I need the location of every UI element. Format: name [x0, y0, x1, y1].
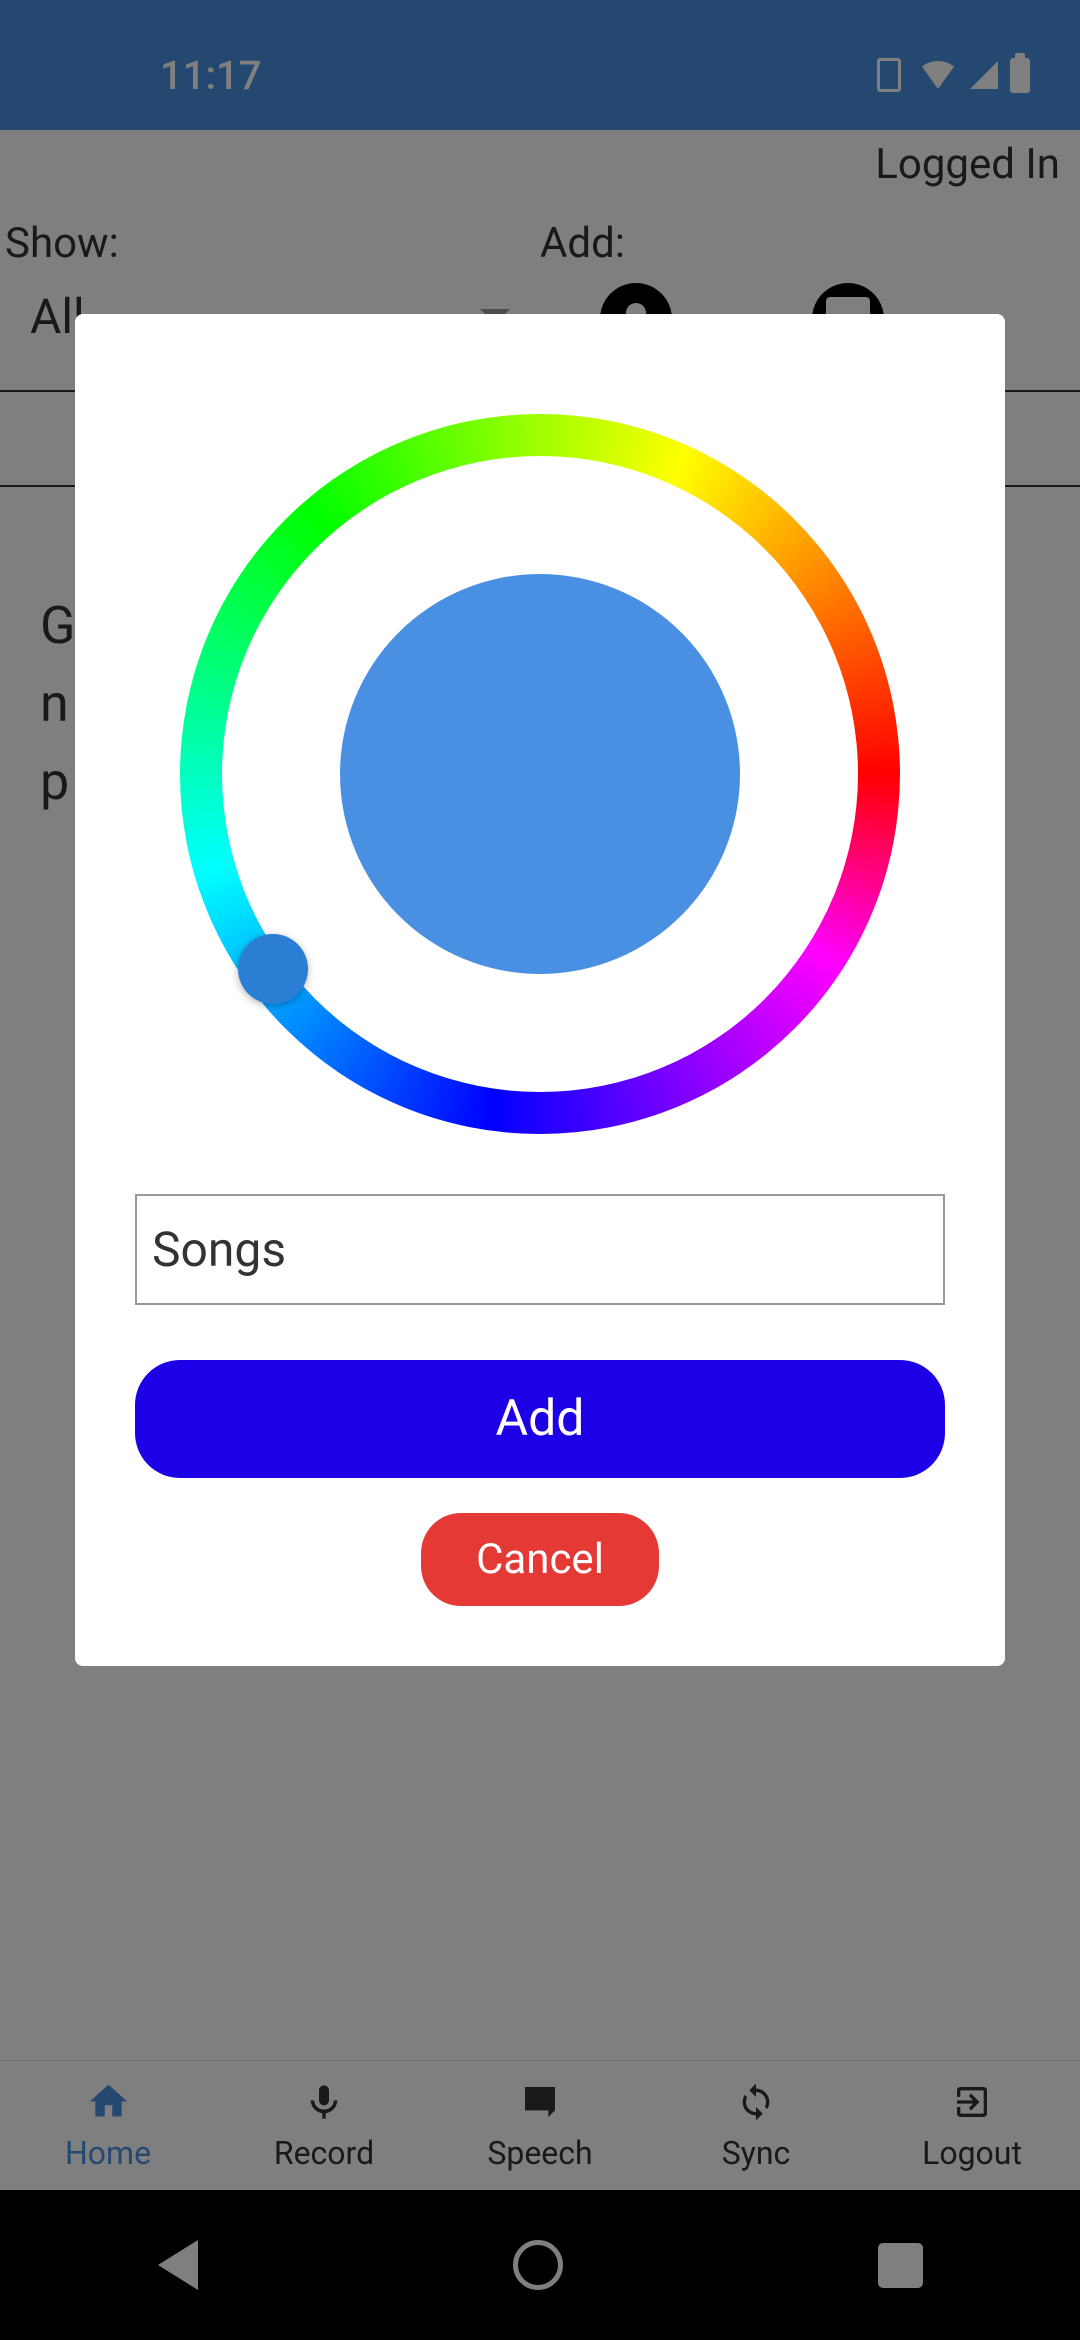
- color-handle[interactable]: [238, 934, 308, 1004]
- color-wheel-container: [135, 414, 945, 1134]
- color-wheel[interactable]: [180, 414, 900, 1134]
- color-ring[interactable]: [180, 414, 900, 1134]
- modal-overlay[interactable]: Add Cancel: [0, 0, 1080, 2340]
- tag-name-input[interactable]: [135, 1194, 945, 1305]
- add-tag-modal: Add Cancel: [75, 314, 1005, 1666]
- color-ring-inner: [222, 456, 858, 1092]
- color-preview: [340, 574, 740, 974]
- modal-add-button[interactable]: Add: [135, 1360, 945, 1478]
- modal-cancel-button[interactable]: Cancel: [421, 1513, 659, 1606]
